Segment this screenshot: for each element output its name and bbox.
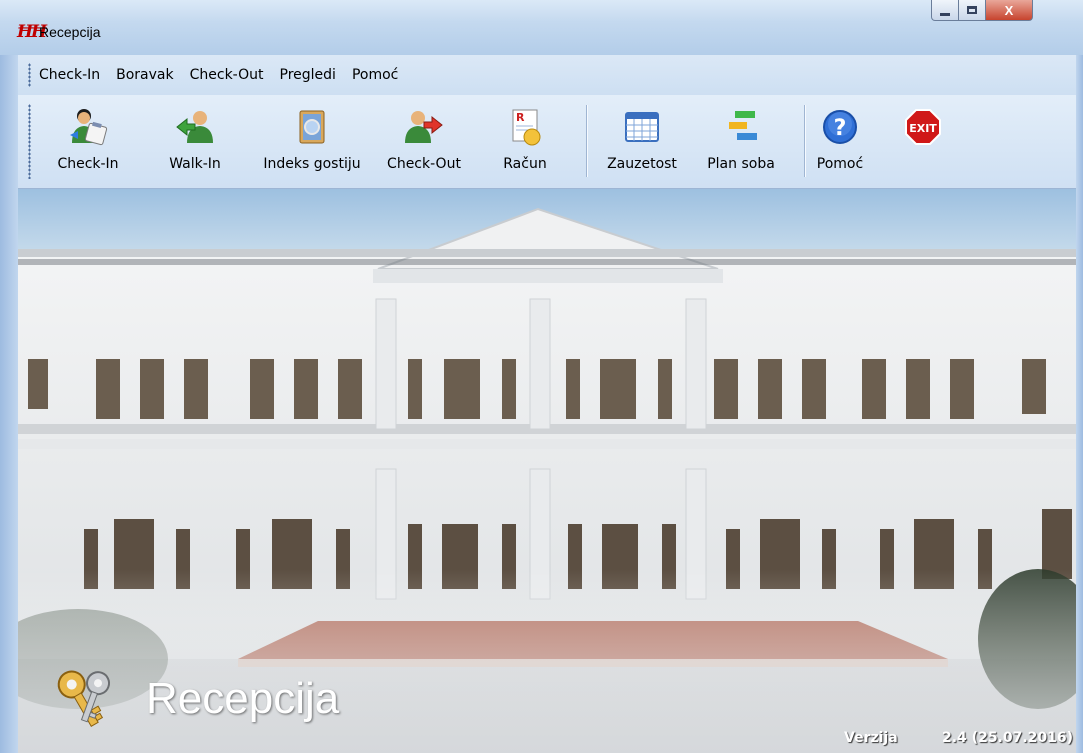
user-arrow-out-icon: [405, 111, 443, 143]
invoice-button[interactable]: R Račun: [492, 103, 558, 181]
occupancy-button[interactable]: Zauzetost: [598, 103, 686, 181]
title-bar[interactable]: ĦĦ Recepcija X: [0, 0, 1083, 55]
walk-in-label: Walk-In: [169, 156, 221, 172]
menu-check-in[interactable]: Check-In: [39, 67, 100, 83]
invoice-icon: R: [512, 109, 541, 146]
menu-check-out[interactable]: Check-Out: [190, 67, 264, 83]
minimize-button[interactable]: [931, 0, 959, 21]
svg-text:R: R: [516, 111, 525, 124]
maximize-icon: [967, 6, 977, 14]
walk-in-button[interactable]: Walk-In: [158, 103, 232, 181]
toolbar: Check-In Walk-In Indeks gostiju Check-Ou…: [18, 95, 1076, 189]
occupancy-label: Zauzetost: [607, 156, 677, 172]
keys-icon: [57, 670, 111, 728]
app-window: ĦĦ Recepcija X Check-In Boravak Check-Ou…: [0, 0, 1083, 753]
exit-button[interactable]: EXIT: [898, 103, 948, 181]
help-icon: ?: [823, 110, 857, 144]
svg-text:?: ?: [834, 116, 847, 141]
window-border-left: [0, 55, 18, 753]
menu-bar: Check-In Boravak Check-Out Pregledi Pomo…: [18, 55, 1076, 95]
user-arrow-in-icon: [176, 111, 213, 143]
guest-index-book-icon: [299, 110, 325, 144]
toolbar-separator-2: [804, 105, 805, 177]
hotel-building-image: [18, 207, 1076, 753]
menu-pomoc[interactable]: Pomoć: [352, 67, 398, 83]
room-plan-button[interactable]: Plan soba: [698, 103, 784, 181]
brand-title: Recepcija: [146, 674, 340, 723]
toolbar-separator: [586, 105, 587, 177]
menu-grip-handle[interactable]: [28, 63, 31, 87]
check-out-label: Check-Out: [387, 156, 461, 172]
calendar-grid-icon: [625, 112, 659, 142]
exit-icon: EXIT: [905, 109, 941, 145]
maximize-button[interactable]: [958, 0, 986, 21]
user-with-clipboard-icon: [70, 109, 108, 146]
main-content: Recepcija Verzija 2.4 (25.07.2016): [18, 189, 1076, 753]
close-button[interactable]: X: [985, 0, 1033, 21]
room-plan-label: Plan soba: [707, 156, 775, 172]
exit-icon-text: EXIT: [909, 122, 937, 135]
guest-index-button[interactable]: Indeks gostiju: [251, 103, 373, 181]
help-label: Pomoć: [816, 156, 864, 172]
window-title: Recepcija: [39, 24, 101, 40]
check-out-button[interactable]: Check-Out: [376, 103, 472, 181]
room-plan-bars-icon: [729, 111, 757, 140]
check-in-label: Check-In: [57, 156, 119, 172]
check-in-button[interactable]: Check-In: [48, 103, 128, 181]
menu-boravak[interactable]: Boravak: [116, 67, 173, 83]
help-button[interactable]: ? Pomoć: [812, 103, 868, 181]
menu-pregledi[interactable]: Pregledi: [280, 67, 336, 83]
invoice-label: Račun: [503, 156, 547, 172]
version-label: Verzija: [844, 730, 898, 746]
guest-index-label: Indeks gostiju: [263, 156, 361, 172]
toolbar-grip-handle[interactable]: [28, 104, 31, 179]
window-border-right: [1076, 55, 1083, 753]
close-icon: X: [1004, 2, 1014, 18]
minimize-icon: [940, 12, 950, 16]
version-value: 2.4 (25.07.2016): [942, 730, 1074, 746]
